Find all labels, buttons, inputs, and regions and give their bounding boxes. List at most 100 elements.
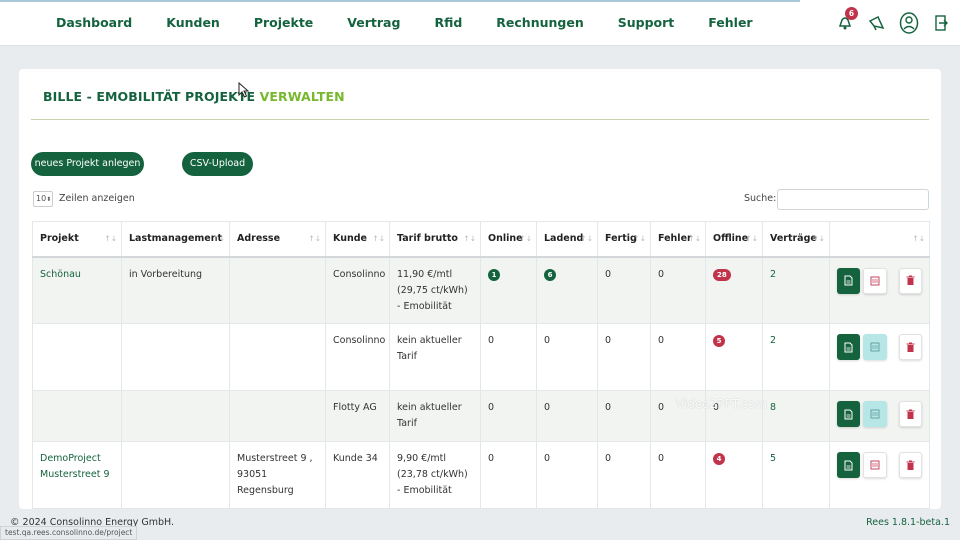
online-cell: 0 — [480, 323, 537, 391]
nav-item-rfid[interactable]: Rfid — [434, 15, 462, 30]
document-icon — [844, 409, 853, 419]
col-header-fertig[interactable]: Fertig ↑↓ — [597, 221, 651, 258]
col-header-kunde[interactable]: Kunde ↑↓ — [325, 221, 390, 258]
col-header-lastmanagement[interactable]: Lastmanagement ↑↓ — [121, 221, 230, 258]
fehler-cell: 0 — [650, 256, 706, 324]
ladend-cell: 0 — [536, 390, 598, 442]
fehler-cell: 0 — [650, 441, 706, 509]
top-navbar: Dashboard Kunden Projekte Vertrag Rfid R… — [0, 0, 960, 46]
edit-document-button[interactable] — [837, 401, 861, 427]
vertraege-link[interactable]: 2 — [770, 335, 776, 346]
online-badge[interactable]: 1 — [488, 268, 500, 281]
nav-item-rechnungen[interactable]: Rechnungen — [496, 15, 583, 30]
offline-badge[interactable]: 28 — [713, 268, 731, 281]
sort-icon: ↑↓ — [212, 234, 225, 243]
trash-icon — [906, 409, 915, 419]
vertraege-link[interactable]: 2 — [770, 269, 776, 280]
row-actions — [837, 267, 923, 294]
nav-item-kunden[interactable]: Kunden — [166, 15, 220, 30]
ladend-cell: 0 — [536, 441, 598, 509]
col-header-ladend[interactable]: Ladend ↑↓ — [536, 221, 598, 258]
projects-table: Projekt ↑↓ Lastmanagement ↑↓ Adresse ↑↓ Kun… — [32, 221, 930, 509]
list-icon — [870, 276, 880, 285]
sort-icon: ↑↓ — [308, 234, 321, 243]
sort-icon: ↑↓ — [104, 234, 117, 243]
online-cell: 0 — [480, 390, 537, 442]
list-icon — [870, 342, 880, 352]
announcements-button[interactable] — [866, 10, 888, 36]
col-header-actions[interactable]: ↑↓ — [829, 221, 930, 258]
col-header-offline[interactable]: Offline ↑↓ — [705, 221, 763, 258]
lastmanagement-cell: in Vorbereitung — [121, 256, 230, 324]
vertraege-link[interactable]: 5 — [770, 453, 776, 464]
edit-document-button[interactable] — [837, 267, 861, 294]
document-icon — [844, 460, 853, 470]
table-row: Schönau in Vorbereitung Consolinno 11,90… — [32, 256, 930, 324]
page-length-select[interactable]: 10⬍ — [33, 191, 53, 207]
trash-icon — [906, 275, 915, 285]
sort-icon: ↑↓ — [519, 234, 532, 243]
col-header-vertraege[interactable]: Verträge ↑↓ — [762, 221, 830, 258]
nav-item-dashboard[interactable]: Dashboard — [56, 15, 132, 30]
list-button[interactable] — [863, 452, 887, 478]
megaphone-icon — [868, 15, 885, 31]
fehler-cell: 0 — [650, 323, 706, 391]
ladend-cell: 0 — [536, 323, 598, 391]
list-button[interactable] — [863, 267, 887, 294]
project-link[interactable]: DemoProject Musterstreet 9 — [40, 453, 110, 480]
delete-button[interactable] — [898, 452, 923, 478]
tarif-cell: kein aktueller Tarif — [389, 390, 481, 442]
content-card: BILLE - EMOBILITÄT PROJEKTE VERWALTEN ne… — [19, 69, 941, 509]
page-length-label: Zeilen anzeigen — [59, 193, 135, 204]
notifications-button[interactable]: 6 — [834, 7, 858, 36]
col-header-projekt[interactable]: Projekt ↑↓ — [32, 221, 122, 258]
delete-button[interactable] — [898, 334, 922, 360]
logout-button[interactable] — [930, 10, 952, 36]
sort-icon: ↑↓ — [633, 234, 646, 243]
nav-item-fehler[interactable]: Fehler — [708, 15, 752, 30]
col-header-online[interactable]: Online ↑↓ — [480, 221, 537, 258]
offline-badge[interactable]: 5 — [713, 335, 725, 347]
search-input[interactable] — [777, 189, 929, 210]
trash-icon — [906, 342, 915, 352]
delete-button[interactable] — [898, 267, 923, 294]
table-row: DemoProject Musterstreet 9 Musterstreet … — [32, 441, 930, 509]
list-button[interactable] — [863, 334, 887, 360]
main-nav: Dashboard Kunden Projekte Vertrag Rfid R… — [56, 15, 787, 30]
kunde-cell: Consolinno — [325, 256, 390, 324]
nav-item-projekte[interactable]: Projekte — [254, 15, 313, 30]
lastmanagement-cell — [121, 390, 230, 442]
col-header-tarif[interactable]: Tarif brutto ↑↓ — [389, 221, 481, 258]
logout-icon — [935, 15, 948, 31]
user-button[interactable] — [898, 10, 920, 36]
ladend-badge[interactable]: 6 — [544, 268, 556, 281]
watermark: Video2PPT.com — [676, 397, 768, 411]
user-icon — [899, 12, 919, 34]
table-row: Consolinno kein aktueller Tarif 0 0 0 0 … — [32, 323, 930, 391]
delete-button[interactable] — [898, 401, 922, 427]
sort-icon: ↑↓ — [580, 234, 593, 243]
vertraege-link[interactable]: 8 — [770, 402, 776, 413]
edit-document-button[interactable] — [837, 452, 861, 478]
document-icon — [844, 342, 853, 352]
col-header-fehler[interactable]: Fehler ↑↓ — [650, 221, 706, 258]
col-header-adresse[interactable]: Adresse ↑↓ — [229, 221, 326, 258]
nav-item-support[interactable]: Support — [618, 15, 675, 30]
project-link[interactable]: Schönau — [40, 269, 81, 280]
nav-item-vertrag[interactable]: Vertrag — [347, 15, 400, 30]
new-project-button[interactable]: neues Projekt anlegen — [31, 152, 144, 176]
loading-bar — [0, 0, 800, 2]
csv-upload-button[interactable]: CSV-Upload — [182, 152, 253, 176]
lastmanagement-cell — [121, 323, 230, 391]
list-button[interactable] — [863, 401, 887, 427]
tarif-cell: kein aktueller Tarif — [389, 323, 481, 391]
edit-document-button[interactable] — [837, 334, 861, 360]
lastmanagement-cell — [121, 441, 230, 509]
sort-icon: ↑↓ — [812, 234, 825, 243]
kunde-cell: Flotty AG — [325, 390, 390, 442]
row-actions — [837, 452, 923, 478]
page-length-value: 10 — [36, 194, 47, 203]
offline-badge[interactable]: 4 — [713, 453, 725, 465]
title-divider — [31, 119, 929, 120]
notification-badge: 6 — [845, 7, 858, 20]
